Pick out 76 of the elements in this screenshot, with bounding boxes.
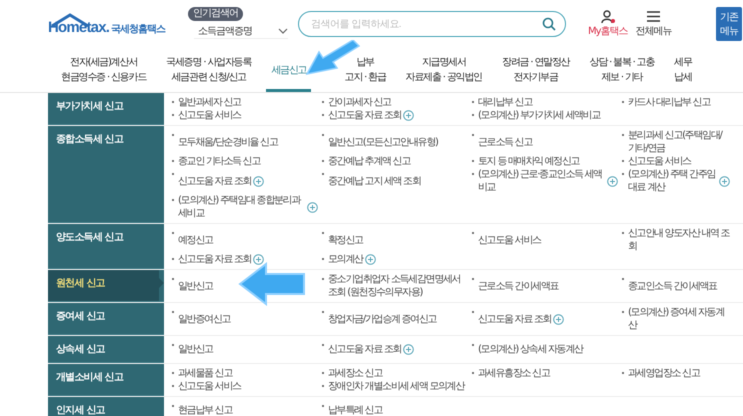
menu-link[interactable]: 일반과세자 신고 xyxy=(178,96,241,109)
menu-link[interactable]: 근로소득 간이세액표 xyxy=(478,280,558,292)
search-icon[interactable] xyxy=(542,17,556,31)
menu-link[interactable]: 신고도움 자료 조회 xyxy=(328,109,402,122)
chevron-icon xyxy=(278,28,288,34)
menu-link[interactable]: 일반신고 xyxy=(178,280,213,292)
old-menu-button[interactable]: 기존 메뉴 xyxy=(716,7,742,41)
category-item[interactable]: 원천세 신고 xyxy=(48,270,159,301)
menu-link[interactable]: 일반신고(모든신고안내유형) xyxy=(328,136,438,148)
plus-icon[interactable] xyxy=(253,254,264,265)
menu-link[interactable]: 확정신고 xyxy=(328,234,363,246)
plus-icon[interactable] xyxy=(403,110,414,121)
menu-link[interactable]: (모의계산) 부가가치세 세액비교 xyxy=(478,109,600,122)
menu-link[interactable]: 일반신고 xyxy=(178,343,213,356)
menu-link[interactable]: 신고도움 자료 조회 xyxy=(328,343,402,356)
menu-icon xyxy=(647,10,660,22)
menu-link[interactable]: 신고도움 서비스 xyxy=(178,380,241,393)
menu-link[interactable]: 토지 등 매매차익 예정신고 xyxy=(478,155,580,168)
menu-link[interactable]: 모의계산 xyxy=(328,253,363,266)
popular-term-dropdown[interactable]: 소득금액증명 xyxy=(194,23,288,39)
plus-icon[interactable] xyxy=(364,254,376,265)
menu-link[interactable]: 대리납부 신고 xyxy=(478,96,532,109)
menu-link[interactable]: 과세유흥장소 신고 xyxy=(478,367,550,380)
menu-link[interactable]: 중소기업취업자 소득세감면명세서 조회 (원천징수의무자용) xyxy=(328,273,468,299)
menu-link[interactable]: 신고도움 서비스 xyxy=(178,109,241,122)
menu-link[interactable]: 납부특례 신고 xyxy=(328,404,382,416)
menu-link[interactable]: (모의계산) 증여세 자동계산 xyxy=(628,306,730,332)
menu-link[interactable]: 신고안내 양도자산 내역 조회 xyxy=(628,227,730,253)
nav-tab[interactable]: 상담 · 불복 · 고충 제보 · 기타 xyxy=(584,48,660,92)
menu-link[interactable]: 과세물품 신고 xyxy=(178,367,232,380)
menu-link[interactable]: 신고도움 자료 조회 xyxy=(178,253,252,266)
menu-link[interactable]: (모의계산) 근로·종교인소득 세액비교 xyxy=(478,168,605,194)
menu-link[interactable]: 근로소득 신고 xyxy=(478,136,532,148)
menu-link[interactable]: 분리과세 신고(주택임대/기타/연금 xyxy=(628,129,730,155)
menu-link[interactable]: 중간예납 추계액 신고 xyxy=(328,155,410,168)
logo[interactable]: Hometax. xyxy=(48,18,110,36)
plus-icon[interactable] xyxy=(403,344,414,355)
menu-link[interactable]: (모의계산) 상속세 자동계산 xyxy=(478,343,583,356)
menu-link[interactable]: 과세장소 신고 xyxy=(328,367,382,380)
nav-tab[interactable]: 전자(세금)계산서 현금영수증 · 신용카드 xyxy=(56,48,152,92)
person-icon xyxy=(600,10,615,24)
plus-icon[interactable] xyxy=(553,314,564,324)
my-hometax-link[interactable]: My홈택스 xyxy=(588,10,628,38)
menu-link[interactable]: 종교인소득 간이세액표 xyxy=(628,280,717,292)
menu-link[interactable]: (모의계산) 주택 간주임대료 계산 xyxy=(628,168,717,194)
nav-tab[interactable]: 지급명세서 자료제출 · 공익법인 xyxy=(400,48,487,92)
arrow-icon xyxy=(238,262,306,306)
popular-search-label: 인기검색어 xyxy=(188,7,243,21)
menu-link[interactable]: 신고도움 자료 조회 xyxy=(178,174,252,188)
plus-icon[interactable] xyxy=(719,176,730,186)
menu-link[interactable]: 신고도움 서비스 xyxy=(478,234,541,246)
menu-link[interactable]: 과세영업장소 신고 xyxy=(628,367,700,380)
plus-icon[interactable] xyxy=(607,176,618,186)
menu-link[interactable]: 장애인차 개별소비세 세액 모의계산 xyxy=(328,380,464,393)
nav-tab[interactable]: 납부 고지 · 환급 xyxy=(339,48,391,92)
menu-link[interactable]: 예정신고 xyxy=(178,234,213,246)
pointer-icon xyxy=(159,278,164,288)
plus-icon[interactable] xyxy=(253,176,264,186)
menu-link[interactable]: 모두채움/단순경비율 신고 xyxy=(178,136,278,148)
menu-link[interactable]: 현금납부 신고 xyxy=(178,404,232,416)
menu-link[interactable]: 신고도움 서비스 xyxy=(628,155,691,168)
nav-tab[interactable]: 세무 납세 xyxy=(669,48,697,92)
nav-tab[interactable]: 국세증명 · 사업자등록 세금관련 신청/신고 xyxy=(161,48,256,92)
search-field[interactable]: 검색어를 입력하세요. xyxy=(298,11,566,37)
menu-link[interactable]: 간이과세자 신고 xyxy=(328,96,391,109)
menu-link[interactable]: (모의계산) 주택임대 종합분리과세비교 xyxy=(178,194,305,220)
plus-icon[interactable] xyxy=(307,202,318,212)
menu-link[interactable]: 중간예납 고지 세액 조회 xyxy=(328,174,421,188)
nav-tab[interactable]: 장려금 · 연말정산 전자기부금 xyxy=(496,48,575,92)
menu-link[interactable]: 종교인 기타소득 신고 xyxy=(178,155,260,168)
menu-link[interactable]: 카드사 대리납부 신고 xyxy=(628,96,710,109)
site-name[interactable]: 국세청홈택스 xyxy=(111,22,166,36)
menu-link[interactable]: 일반증여신고 xyxy=(178,312,230,326)
menu-link[interactable]: 창업자금/가업승계 증여신고 xyxy=(328,312,436,326)
all-menu-button[interactable]: 전체메뉴 xyxy=(636,10,672,38)
menu-link[interactable]: 신고도움 자료 조회 xyxy=(478,312,552,326)
